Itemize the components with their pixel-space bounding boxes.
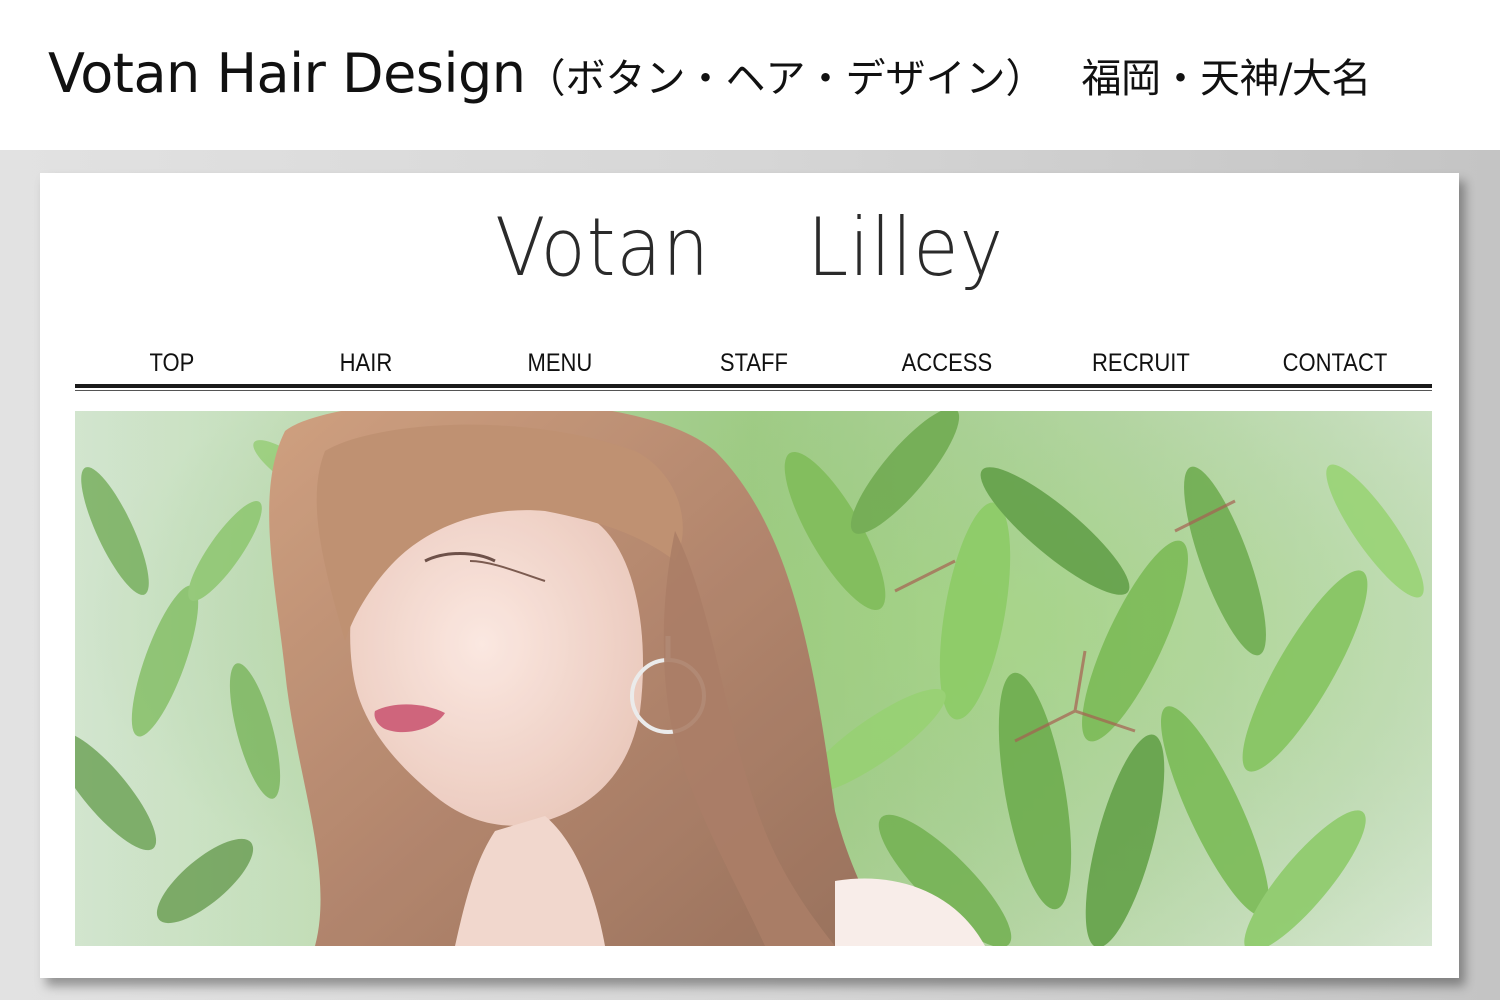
- nav-hair[interactable]: HAIR: [280, 343, 451, 383]
- website-screenshot: Votan Lilley TOP HAIR MENU STAFF ACCESS …: [40, 173, 1459, 978]
- nav-access[interactable]: ACCESS: [862, 343, 1033, 383]
- nav-staff[interactable]: STAFF: [668, 343, 839, 383]
- nav-top[interactable]: TOP: [87, 343, 258, 383]
- caption-brand-reading: （ボタン・ヘア・デザイン）: [525, 56, 1046, 102]
- nav-contact[interactable]: CONTACT: [1250, 343, 1421, 383]
- nav-divider-thin: [75, 390, 1432, 391]
- caption-brand: Votan Hair Design: [48, 42, 526, 105]
- caption-location: 福岡・天神/大名: [1081, 56, 1371, 102]
- nav-menu[interactable]: MENU: [474, 343, 645, 383]
- hero-image: [75, 411, 1432, 946]
- caption-title: Votan Hair Design（ボタン・ヘア・デザイン） 福岡・天神/大名: [48, 42, 1371, 105]
- nav-recruit[interactable]: RECRUIT: [1056, 343, 1227, 383]
- nav-divider: [75, 384, 1432, 388]
- main-nav: TOP HAIR MENU STAFF ACCESS RECRUIT CONTA…: [75, 343, 1432, 383]
- site-logo[interactable]: Votan Lilley: [97, 201, 1402, 294]
- caption-bar: Votan Hair Design（ボタン・ヘア・デザイン） 福岡・天神/大名: [0, 0, 1500, 150]
- hero-photo: [75, 411, 1432, 946]
